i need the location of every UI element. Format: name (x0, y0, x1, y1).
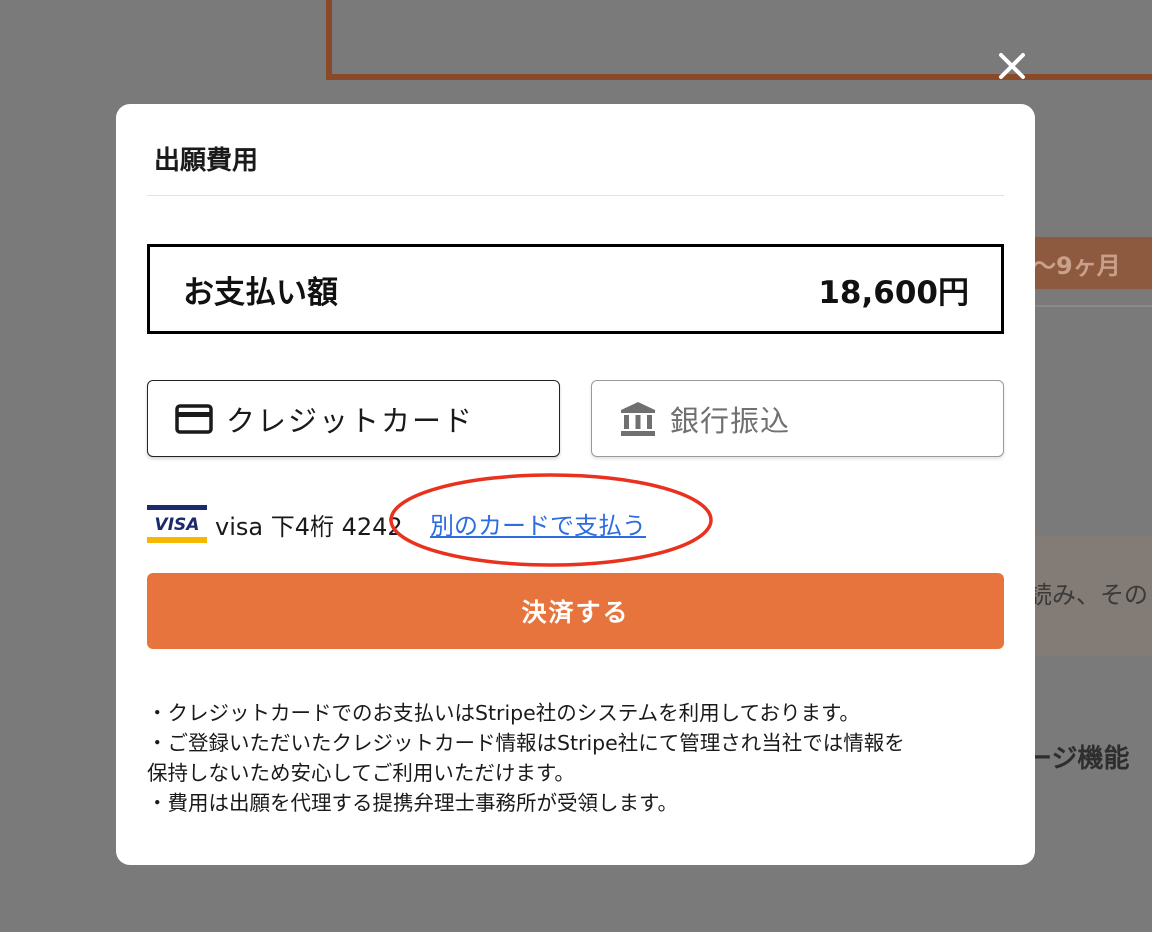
title-divider (147, 195, 1004, 196)
credit-card-method-label: クレジットカード (226, 403, 475, 438)
background-divider (1030, 305, 1152, 307)
amount-label: お支払い額 (183, 274, 338, 311)
close-icon[interactable] (992, 46, 1032, 86)
note-line: ・費用は出願を代理する提携弁理士事務所が受領します。 (147, 791, 678, 815)
saved-card-row: VISA visa 下4桁 4242 (147, 504, 403, 544)
visa-logo-icon: VISA (147, 505, 207, 543)
payment-modal: 出願費用 お支払い額 18,600円 クレジットカード 銀行振込 VISA vi… (116, 104, 1035, 865)
modal-title: 出願費用 (154, 146, 259, 176)
note-line: ・クレジットカードでのお支払いはStripe社のシステムを利用しております。 (147, 701, 860, 725)
amount-value: 18,600円 (818, 274, 969, 311)
background-text: 読み、その (1028, 581, 1148, 609)
saved-card-info: visa 下4桁 4242 (215, 512, 403, 541)
payment-amount-box: お支払い額 18,600円 (147, 244, 1004, 334)
pay-button[interactable]: 決済する (147, 573, 1004, 649)
svg-text:VISA: VISA (155, 515, 200, 535)
note-line: ・ご登録いただいたクレジットカード情報はStripe社にて管理され当社では情報を (147, 731, 905, 755)
credit-card-icon (174, 399, 214, 439)
pay-with-other-card-link[interactable]: 別のカードで支払う (430, 506, 646, 541)
note-line: 保持しないため安心してご利用いただけます。 (147, 761, 575, 785)
credit-card-method-button[interactable]: クレジットカード (147, 380, 560, 457)
background-heading: ージ機能 (1026, 744, 1130, 774)
bank-transfer-method-button[interactable]: 銀行振込 (591, 380, 1004, 457)
bank-icon (618, 399, 658, 439)
bank-transfer-method-label: 銀行振込 (670, 403, 791, 438)
payment-notes: ・クレジットカードでのお支払いはStripe社のシステムを利用しております。 ・… (147, 698, 1007, 818)
